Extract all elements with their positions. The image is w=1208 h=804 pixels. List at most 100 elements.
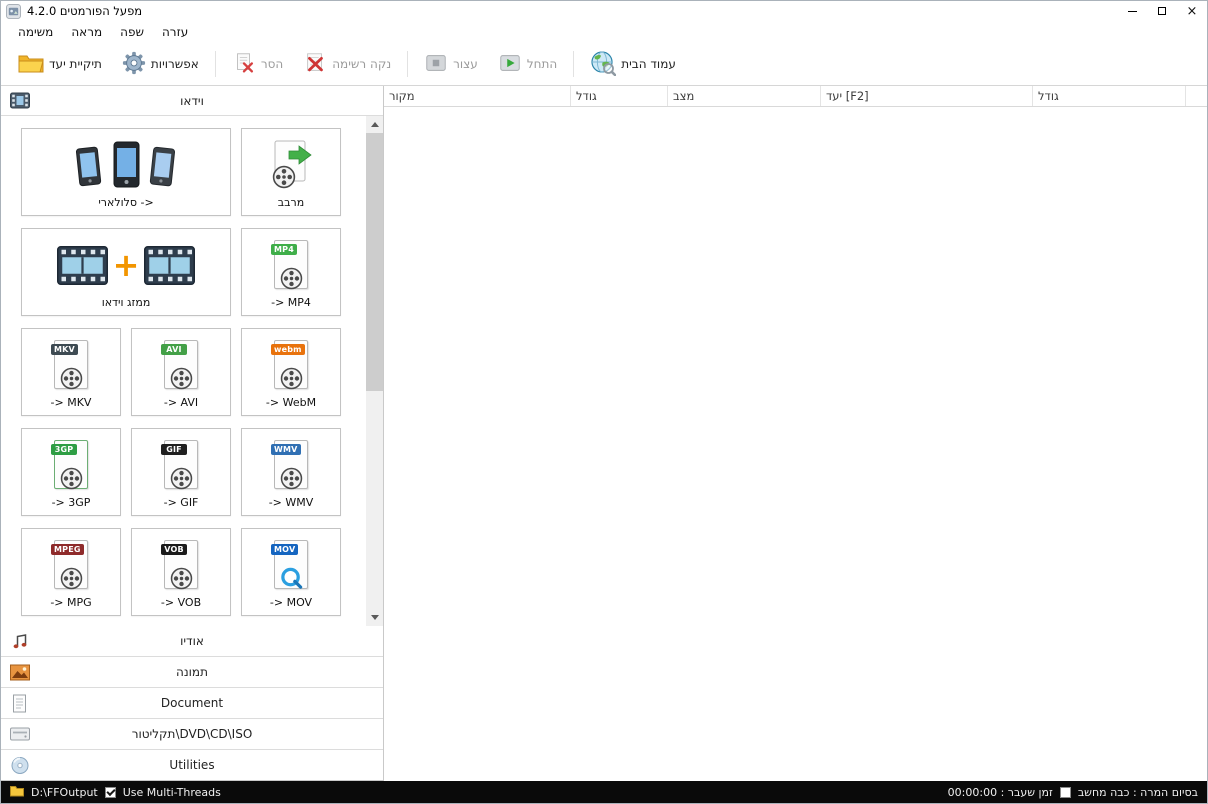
video-section-icon [9, 91, 30, 110]
toolbar: תיקיית יעד אפשרויות הסר נקה רשימה עצור ה… [1, 43, 1207, 85]
column-header-state[interactable]: מצב [668, 86, 821, 106]
stop-button[interactable]: עצור [415, 47, 487, 82]
format-button-muxer[interactable]: מרבב [241, 128, 341, 216]
clear-list-label: נקה רשימה [332, 57, 392, 71]
format-button-mkv[interactable]: MKV -> MKV [21, 328, 121, 416]
format-label-mov: -> MOV [269, 596, 313, 609]
format-button-avi[interactable]: AVI -> AVI [131, 328, 231, 416]
elapsed-time-label: 00:00:00 : זמן שעבר [947, 785, 1053, 799]
format-button-vob[interactable]: VOB -> VOB [131, 528, 231, 616]
mkv-file-icon: MKV [24, 333, 118, 396]
section-header-picture[interactable]: תמונה [1, 657, 383, 688]
muxer-icon [244, 133, 338, 196]
section-label-document: Document [160, 696, 224, 710]
gif-file-icon: GIF [134, 433, 228, 496]
video-formats-panel: סלולארי -> מרבב + ממזג וידאו MP4 -> MP4 … [1, 116, 383, 626]
section-header-document[interactable]: Document [1, 688, 383, 719]
column-header-output-size[interactable]: גודל [1033, 86, 1186, 106]
toolbar-separator [407, 51, 409, 77]
webm-file-icon: webm [244, 333, 338, 396]
output-folder-small-icon [10, 785, 24, 800]
menu-skin[interactable]: מראה [62, 23, 111, 41]
menu-task[interactable]: משימה [9, 23, 62, 41]
menu-language[interactable]: שפה [111, 23, 153, 41]
menu-help[interactable]: עזרה [153, 23, 197, 41]
home-button[interactable]: עמוד הבית [581, 46, 685, 83]
category-sidebar: וידאו סלולארי -> מרבב + ממזג וידאו MP4 -… [1, 86, 384, 781]
picture-section-icon [9, 663, 30, 682]
output-folder-button[interactable]: תיקיית יעד [9, 48, 111, 81]
shutdown-checkbox[interactable] [1059, 786, 1071, 798]
section-label-audio: אודיו [180, 634, 204, 648]
column-header-size[interactable]: גודל [571, 86, 668, 106]
clear-list-button[interactable]: נקה רשימה [294, 47, 400, 82]
minimize-icon [1127, 10, 1137, 12]
toolbar-separator [214, 51, 216, 77]
options-label: אפשרויות [150, 57, 199, 71]
window-title: מפעל הפורמטים 4.2.0 [27, 4, 143, 18]
remove-button[interactable]: הסר [223, 47, 292, 82]
column-header-stub [1186, 86, 1207, 106]
section-header-audio[interactable]: אודיו [1, 626, 383, 657]
scrollbar-up-button[interactable] [366, 116, 383, 133]
wmv-file-icon: WMV [244, 433, 338, 496]
start-button[interactable]: התחל [489, 47, 566, 82]
format-button-mpg[interactable]: MPEG -> MPG [21, 528, 121, 616]
video-panel-scrollbar[interactable] [366, 116, 383, 626]
svg-text:+: + [113, 246, 140, 284]
cd-disc-icon [9, 756, 30, 775]
format-label-avi: -> AVI [163, 396, 199, 409]
format-label-mkv: -> MKV [50, 396, 92, 409]
remove-icon [232, 51, 256, 78]
gear-icon [122, 51, 146, 78]
format-label-gif: -> GIF [163, 496, 199, 509]
scrollbar-down-button[interactable] [366, 609, 383, 626]
format-label-vob: -> VOB [160, 596, 202, 609]
start-label: התחל [526, 57, 558, 71]
shutdown-label: בסיום המרה : כבה מחשב [1077, 785, 1198, 799]
mobile-devices-icon [24, 133, 228, 196]
video-joiner-icon: + [24, 233, 228, 296]
options-button[interactable]: אפשרויות [113, 47, 208, 82]
avi-file-icon: AVI [134, 333, 228, 396]
format-button-wmv[interactable]: WMV -> WMV [241, 428, 341, 516]
close-button[interactable]: × [1177, 1, 1207, 21]
task-list-header: מקור גודל מצב יעד [F2] גודל [384, 86, 1207, 107]
section-header-video[interactable]: וידאו [1, 86, 383, 116]
folder-icon [18, 52, 44, 77]
scrollbar-thumb[interactable] [366, 133, 383, 391]
format-button-mp4[interactable]: MP4 -> MP4 [241, 228, 341, 316]
section-label-rom-device: תקליטור\DVD\CD\ISO [131, 727, 253, 741]
maximize-icon [1158, 7, 1166, 15]
column-header-source[interactable]: מקור [384, 86, 571, 106]
status-bar: D:\FFOutput Use Multi-Threads 00:00:00 :… [1, 781, 1207, 803]
section-header-rom-device[interactable]: תקליטור\DVD\CD\ISO [1, 719, 383, 750]
format-button-video-joiner[interactable]: + ממזג וידאו [21, 228, 231, 316]
column-header-output[interactable]: יעד [F2] [821, 86, 1033, 106]
home-label: עמוד הבית [621, 57, 676, 71]
format-label-muxer: מרבב [277, 196, 305, 209]
task-list-body[interactable] [384, 107, 1207, 781]
down-arrow-icon [370, 615, 379, 620]
format-button-mov[interactable]: MOV -> MOV [241, 528, 341, 616]
stop-icon [424, 51, 448, 78]
format-factory-window: מפעל הפורמטים 4.2.0 × משימה מראה שפה עזר… [0, 0, 1208, 804]
section-header-utilities[interactable]: Utilities [1, 750, 383, 781]
close-icon: × [1186, 3, 1198, 19]
clear-list-icon [303, 51, 327, 78]
format-button-mobile[interactable]: סלולארי -> [21, 128, 231, 216]
mpg-file-icon: MPEG [24, 533, 118, 596]
maximize-button[interactable] [1147, 1, 1177, 21]
output-path[interactable]: D:\FFOutput [31, 786, 98, 799]
start-icon [498, 51, 522, 78]
remove-label: הסר [260, 57, 284, 71]
minimize-button[interactable] [1117, 1, 1147, 21]
mp4-file-icon: MP4 [244, 233, 338, 296]
format-button-gif[interactable]: GIF -> GIF [131, 428, 231, 516]
document-section-icon [9, 694, 30, 713]
format-button-3gp[interactable]: 3GP -> 3GP [21, 428, 121, 516]
disc-drive-icon [9, 725, 30, 744]
format-label-3gp: -> 3GP [51, 496, 91, 509]
format-button-webm[interactable]: webm -> WebM [241, 328, 341, 416]
multithreads-checkbox[interactable] [104, 786, 116, 798]
